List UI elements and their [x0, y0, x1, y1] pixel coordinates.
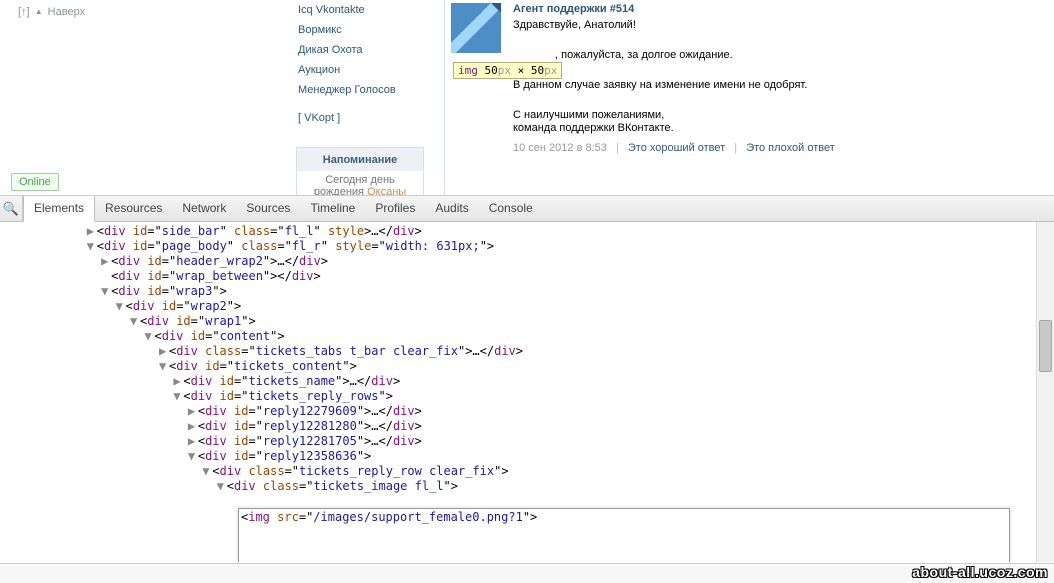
reminder-box: Напоминание Сегодня день рождения Оксаны [296, 147, 424, 198]
devtools-tab-resources[interactable]: Resources [95, 196, 172, 221]
dom-node-row[interactable]: ▼<div class="tickets_image fl_l"> [0, 479, 1034, 494]
dom-node-row[interactable]: <div id="wrap_between"></div> [0, 269, 1034, 284]
dom-node-row[interactable]: ▼<div id="reply12358636"> [0, 449, 1034, 464]
devtools-footer-bar [0, 563, 1054, 583]
message-meta: 10 сен 2012 в 8:53 | Это хороший ответ |… [513, 142, 835, 154]
devtools-tab-console[interactable]: Console [479, 196, 543, 221]
html-edit-textarea[interactable]: <img src="/images/support_female0.png?1"… [238, 508, 1010, 562]
bad-answer-link[interactable]: Это плохой ответ [746, 142, 835, 154]
devtools-tabbar: 🔍 ElementsResourcesNetworkSourcesTimelin… [0, 196, 1054, 222]
dom-node-row[interactable]: ▶<div id="reply12281705">…</div> [0, 434, 1034, 449]
dom-node-row[interactable]: ▶<div id="reply12279609">…</div> [0, 404, 1034, 419]
sidebar-link[interactable]: Icq Vkontakte [298, 2, 396, 22]
message-line: С наилучшими пожеланиями, [513, 109, 835, 121]
up-text: Наверх [48, 6, 85, 18]
dom-node-row[interactable]: ▶<div id="header_wrap2">…</div> [0, 254, 1034, 269]
dom-node-row[interactable]: ▶<div id="reply12281280">…</div> [0, 419, 1034, 434]
reminder-body: Сегодня день рождения Оксаны [297, 171, 423, 198]
devtools-tab-profiles[interactable]: Profiles [365, 196, 425, 221]
good-answer-link[interactable]: Это хороший ответ [628, 142, 725, 154]
message-author[interactable]: Агент поддержки #514 [513, 3, 835, 15]
dom-node-row[interactable]: ▶<div class="tickets_tabs t_bar clear_fi… [0, 344, 1034, 359]
reminder-title: Напоминание [297, 148, 423, 171]
devtools-tab-audits[interactable]: Audits [425, 196, 478, 221]
dom-node-row[interactable]: ▼<div id="tickets_content"> [0, 359, 1034, 374]
inspect-icon[interactable]: 🔍 [0, 196, 23, 221]
devtools-tab-elements[interactable]: Elements [23, 196, 95, 222]
dom-node-row[interactable]: ▼<div id="wrap1"> [0, 314, 1034, 329]
dom-node-row[interactable]: ▼<div id="wrap2"> [0, 299, 1034, 314]
dom-node-row[interactable]: ▼<div id="content"> [0, 329, 1034, 344]
online-badge: Online [11, 173, 59, 191]
dom-edit-row[interactable]: <img src="/images/support_female0.png?1"… [0, 494, 1034, 562]
chrome-devtools: 🔍 ElementsResourcesNetworkSourcesTimelin… [0, 195, 1054, 583]
scrollbar-thumb[interactable] [1039, 320, 1052, 372]
watermark: about-all.ucoz.com [912, 564, 1048, 580]
dom-node-row[interactable]: ▶<div id="tickets_name">…</div> [0, 374, 1034, 389]
message-line: Здравствуйе, Анатолий! [513, 19, 835, 31]
vertical-divider [444, 0, 445, 195]
dom-node-row[interactable]: ▼<div class="tickets_reply_row clear_fix… [0, 464, 1034, 479]
message-line: , пожалуйста, за долгое ожидание. [555, 49, 835, 61]
message-line: В данном случае заявку на изменение имен… [513, 79, 835, 91]
dom-node-row[interactable]: ▼<div id="wrap3"> [0, 284, 1034, 299]
sidebar-link[interactable]: Вормикс [298, 22, 396, 42]
arrow-up-icon: ▲ [35, 7, 43, 16]
element-dimension-tooltip: img 50px × 50px [453, 62, 562, 79]
dom-node-row[interactable]: ▼<div id="page_body" class="fl_r" style=… [0, 239, 1034, 254]
dom-node-row[interactable]: ▼<div id="tickets_reply_rows"> [0, 389, 1034, 404]
devtools-tab-timeline[interactable]: Timeline [300, 196, 365, 221]
vk-page-area: [↑] ▲ Наверх Icq VkontakteВормиксДикая О… [0, 0, 1054, 195]
dom-node-row[interactable]: ▶<div id="side_bar" class="fl_l" style>…… [0, 224, 1034, 239]
scroll-to-top-link[interactable]: [↑] ▲ Наверх [18, 6, 85, 18]
up-marker: [↑] [18, 6, 30, 18]
message-date: 10 сен 2012 в 8:53 [513, 142, 607, 154]
elements-dom-tree[interactable]: ▶<div id="side_bar" class="fl_l" style>…… [0, 222, 1034, 562]
message-line: команда поддержки ВКонтакте. [513, 122, 835, 134]
sidebar-link[interactable]: Дикая Охота [298, 42, 396, 62]
sidebar-link[interactable]: Аукцион [298, 62, 396, 82]
vkopt-link[interactable]: [ VKopt ] [298, 102, 396, 124]
devtools-tab-sources[interactable]: Sources [236, 196, 300, 221]
vertical-scrollbar[interactable] [1036, 222, 1054, 562]
devtools-tab-network[interactable]: Network [172, 196, 236, 221]
sidebar-nav: Icq VkontakteВормиксДикая ОхотаАукционМе… [298, 2, 396, 124]
agent-avatar[interactable] [451, 3, 501, 53]
sidebar-link[interactable]: Менеджер Голосов [298, 82, 396, 102]
